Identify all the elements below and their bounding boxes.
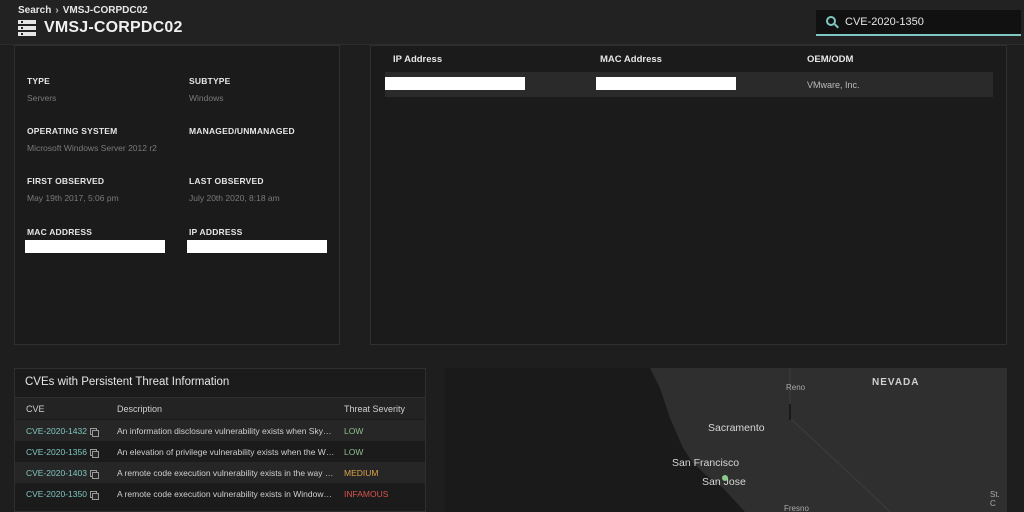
severity-column-header: Threat Severity	[344, 404, 406, 414]
map-label-fresno: Fresno	[784, 504, 809, 512]
mac-address-field: MAC ADDRESS	[27, 227, 92, 237]
first-observed-label: FIRST OBSERVED	[27, 176, 105, 186]
device-details-panel: TYPE Servers SUBTYPE Windows OPERATING S…	[14, 45, 340, 345]
network-interfaces-panel: IP Address MAC Address OEM/ODM VMware, I…	[370, 45, 1007, 345]
severity-badge: LOW	[344, 426, 364, 436]
cve-id-link[interactable]: CVE-2020-1350	[26, 489, 99, 500]
os-label: OPERATING SYSTEM	[27, 126, 118, 136]
cve-column-header: CVE	[26, 404, 45, 414]
map-label-st: St. C	[990, 490, 1000, 508]
cve-table-body: CVE-2020-1432 An information disclosure …	[15, 420, 425, 510]
device-location-marker[interactable]	[722, 475, 728, 481]
map-label-reno: Reno	[786, 383, 806, 392]
copy-icon[interactable]	[89, 427, 99, 437]
mac-address-label: MAC ADDRESS	[27, 227, 93, 237]
title-row: VMSJ-CORPDC02	[18, 19, 183, 37]
map-label-sacramento: Sacramento	[708, 422, 765, 434]
subtype-value: Windows	[189, 93, 224, 103]
os-field: OPERATING SYSTEM Microsoft Windows Serve…	[27, 126, 157, 153]
cve-id-link[interactable]: CVE-2020-1432	[26, 426, 99, 437]
page-header: Search › VMSJ-CORPDC02 VMSJ-CORPDC02	[0, 0, 1024, 45]
table-row[interactable]: CVE-2020-1403 A remote code execution vu…	[15, 462, 425, 483]
table-row[interactable]: CVE-2020-1356 An elevation of privilege …	[15, 441, 425, 462]
type-value: Servers	[27, 93, 57, 103]
last-observed-label: LAST OBSERVED	[189, 176, 264, 186]
last-observed-field: LAST OBSERVED July 20th 2020, 8:18 am	[189, 176, 280, 203]
column-header-mac: MAC Address	[600, 54, 662, 65]
managed-field: MANAGED/UNMANAGED	[189, 126, 295, 143]
type-label: TYPE	[27, 76, 51, 86]
location-map[interactable]: NEVADA Reno Sacramento San Francisco San…	[445, 368, 1007, 512]
last-observed-value: July 20th 2020, 8:18 am	[189, 193, 280, 203]
breadcrumb: Search › VMSJ-CORPDC02	[18, 5, 148, 16]
first-observed-value: May 19th 2017, 5:06 pm	[27, 193, 119, 203]
map-label-san-francisco: San Francisco	[672, 457, 740, 469]
table-row[interactable]: CVE-2020-1432 An information disclosure …	[15, 420, 425, 441]
subtype-field: SUBTYPE Windows	[189, 76, 231, 103]
ip-redacted	[385, 77, 525, 90]
ip-address-label: IP ADDRESS	[189, 227, 243, 237]
ip-address-redacted	[187, 240, 327, 253]
mac-redacted	[596, 77, 736, 90]
breadcrumb-current: VMSJ-CORPDC02	[62, 5, 148, 16]
page-title: VMSJ-CORPDC02	[44, 19, 183, 36]
map-graphic	[445, 368, 891, 512]
table-row[interactable]: CVE-2020-1350 A remote code execution vu…	[15, 483, 425, 504]
cve-description: An information disclosure vulnerability …	[117, 426, 335, 436]
copy-icon[interactable]	[89, 469, 99, 479]
column-header-oem: OEM/ODM	[807, 54, 854, 65]
mac-address-redacted	[25, 240, 165, 253]
cve-panel-title: CVEs with Persistent Threat Information	[25, 376, 230, 388]
severity-badge: MEDIUM	[344, 468, 379, 478]
server-icon	[18, 20, 36, 36]
subtype-label: SUBTYPE	[189, 76, 231, 86]
severity-badge: INFAMOUS	[344, 489, 389, 499]
search-icon[interactable]	[826, 15, 839, 29]
ocean	[445, 368, 745, 512]
table-row: VMware, Inc.	[385, 72, 993, 97]
ip-address-field: IP ADDRESS	[189, 227, 243, 237]
breadcrumb-separator: ›	[55, 5, 59, 16]
cve-description: An elevation of privilege vulnerability …	[117, 447, 335, 457]
cve-description: A remote code execution vulnerability ex…	[117, 468, 335, 478]
cve-panel: CVEs with Persistent Threat Information …	[14, 368, 426, 512]
first-observed-field: FIRST OBSERVED May 19th 2017, 5:06 pm	[27, 176, 119, 203]
copy-icon[interactable]	[89, 490, 99, 500]
copy-icon[interactable]	[89, 448, 99, 458]
search-box[interactable]	[816, 10, 1021, 36]
breadcrumb-search-link[interactable]: Search	[18, 5, 51, 16]
managed-label: MANAGED/UNMANAGED	[189, 126, 295, 136]
cve-description: A remote code execution vulnerability ex…	[117, 489, 335, 499]
oem-value: VMware, Inc.	[807, 80, 860, 90]
cve-id-link[interactable]: CVE-2020-1403	[26, 468, 99, 479]
type-field: TYPE Servers	[27, 76, 56, 103]
cve-table-header: CVE Description Threat Severity	[15, 397, 425, 419]
map-label-nevada: NEVADA	[872, 377, 920, 388]
cve-id-link[interactable]: CVE-2020-1356	[26, 447, 99, 458]
search-input[interactable]	[845, 16, 1005, 28]
os-value: Microsoft Windows Server 2012 r2	[27, 143, 157, 153]
severity-badge: LOW	[344, 447, 364, 457]
column-header-ip: IP Address	[393, 54, 443, 65]
description-column-header: Description	[117, 404, 163, 414]
